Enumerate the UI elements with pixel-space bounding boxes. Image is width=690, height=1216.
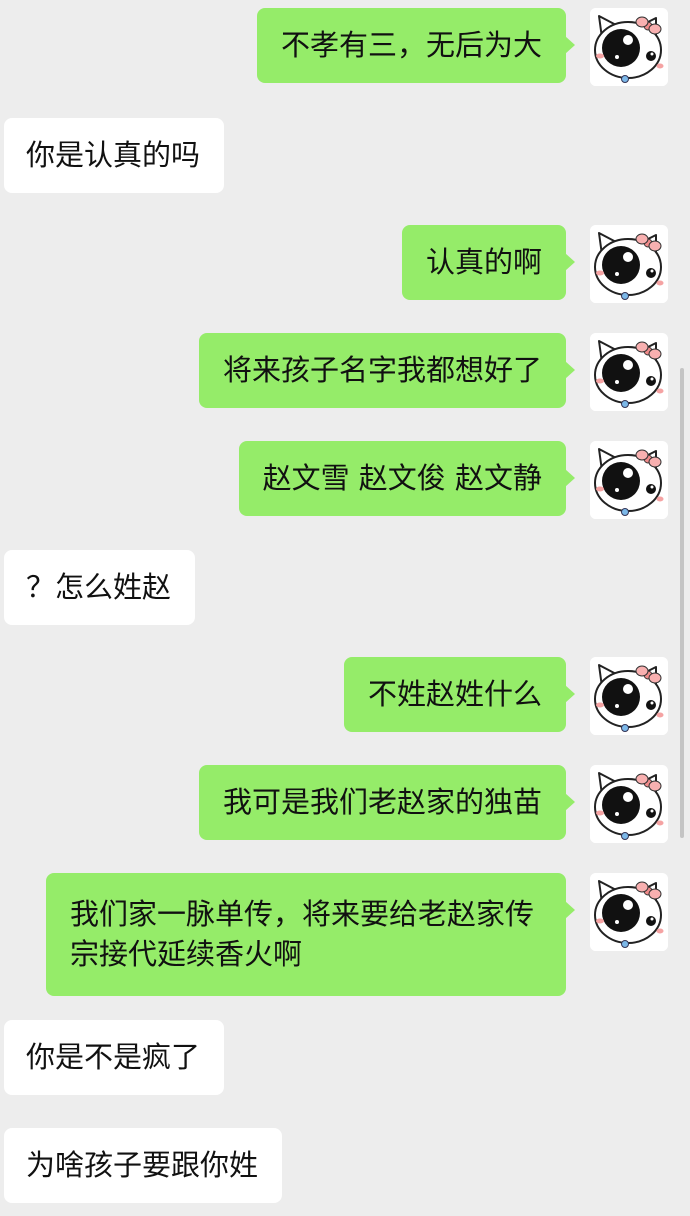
hello-kitty-avatar[interactable] [590, 441, 668, 519]
received-message-bubble[interactable]: 为啥孩子要跟你姓 [4, 1128, 283, 1203]
message-text: 你是不是疯了 [26, 1040, 201, 1074]
message-text: 我们家一脉单传，将来要给老赵家传宗接代延续香火啊 [70, 897, 535, 971]
message-text: 将来孩子名字我都想好了 [222, 353, 542, 387]
message-text: 不姓赵姓什么 [367, 677, 542, 711]
sent-message-bubble[interactable]: 认真的啊 [401, 225, 576, 300]
hello-kitty-avatar[interactable] [590, 333, 668, 411]
sent-message-bubble[interactable]: 我可是我们老赵家的独苗 [198, 765, 576, 840]
message-text: 赵文雪 赵文俊 赵文静 [262, 461, 542, 495]
message-text: 你是认真的吗 [26, 138, 201, 172]
received-message-bubble[interactable]: 你是认真的吗 [4, 118, 225, 193]
sent-message-bubble[interactable]: 我们家一脉单传，将来要给老赵家传宗接代延续香火啊 [46, 873, 575, 996]
received-message-bubble[interactable]: ？怎么姓赵 [4, 550, 196, 625]
message-text: 我可是我们老赵家的独苗 [222, 785, 542, 819]
hello-kitty-avatar[interactable] [590, 225, 668, 303]
message-text: 认真的啊 [425, 245, 542, 279]
received-message-bubble[interactable]: 你是不是疯了 [4, 1020, 225, 1095]
chat-window[interactable]: 不孝有三，无后为大 你是认真的吗 认真的啊 将来孩子名字我都想好了 赵文雪 赵文… [0, 0, 690, 1216]
hello-kitty-avatar[interactable] [590, 765, 668, 843]
hello-kitty-avatar[interactable] [590, 873, 668, 951]
sent-message-bubble[interactable]: 将来孩子名字我都想好了 [198, 333, 576, 408]
message-text: 不孝有三，无后为大 [280, 28, 542, 62]
message-text: ？怎么姓赵 [26, 570, 172, 604]
scrollbar[interactable] [680, 368, 684, 838]
sent-message-bubble[interactable]: 不姓赵姓什么 [343, 657, 576, 732]
hello-kitty-avatar[interactable] [590, 8, 668, 86]
hello-kitty-avatar[interactable] [590, 657, 668, 735]
message-text: 为啥孩子要跟你姓 [26, 1148, 259, 1182]
sent-message-bubble[interactable]: 不孝有三，无后为大 [256, 8, 576, 83]
sent-message-bubble[interactable]: 赵文雪 赵文俊 赵文静 [238, 441, 576, 516]
